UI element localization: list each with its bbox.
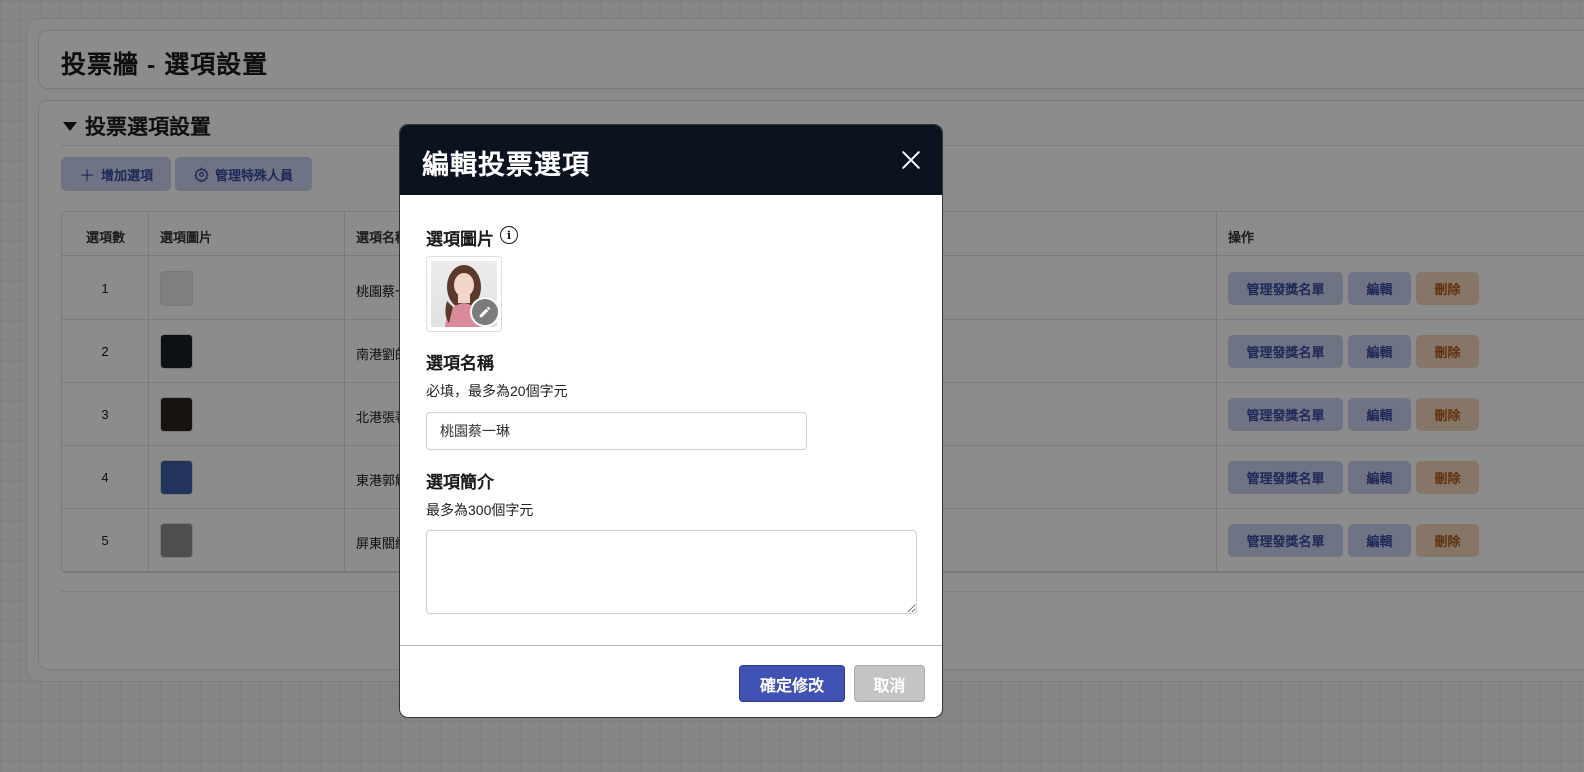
description-hint: 最多為300個字元 [426, 502, 534, 518]
modal-header: 編輯投票選項 [400, 125, 942, 195]
name-label: 選項名稱 [426, 354, 494, 373]
pencil-icon[interactable] [470, 297, 500, 327]
info-icon[interactable]: i [500, 226, 518, 244]
option-name-input[interactable] [426, 412, 807, 450]
description-label: 選項簡介 [426, 473, 494, 492]
name-hint: 必填，最多為20個字元 [426, 383, 568, 399]
image-label: 選項圖片 [426, 230, 494, 249]
cancel-button[interactable]: 取消 [854, 665, 925, 702]
confirm-button[interactable]: 確定修改 [739, 665, 845, 702]
close-icon[interactable] [898, 147, 924, 173]
edit-option-modal: 編輯投票選項 選項圖片 i 選項名稱 必填，最多為20個字元 選項簡介 最多為3… [399, 124, 943, 718]
modal-title: 編輯投票選項 [422, 150, 590, 180]
option-description-textarea[interactable] [426, 530, 917, 614]
modal-footer-divider [400, 645, 942, 646]
